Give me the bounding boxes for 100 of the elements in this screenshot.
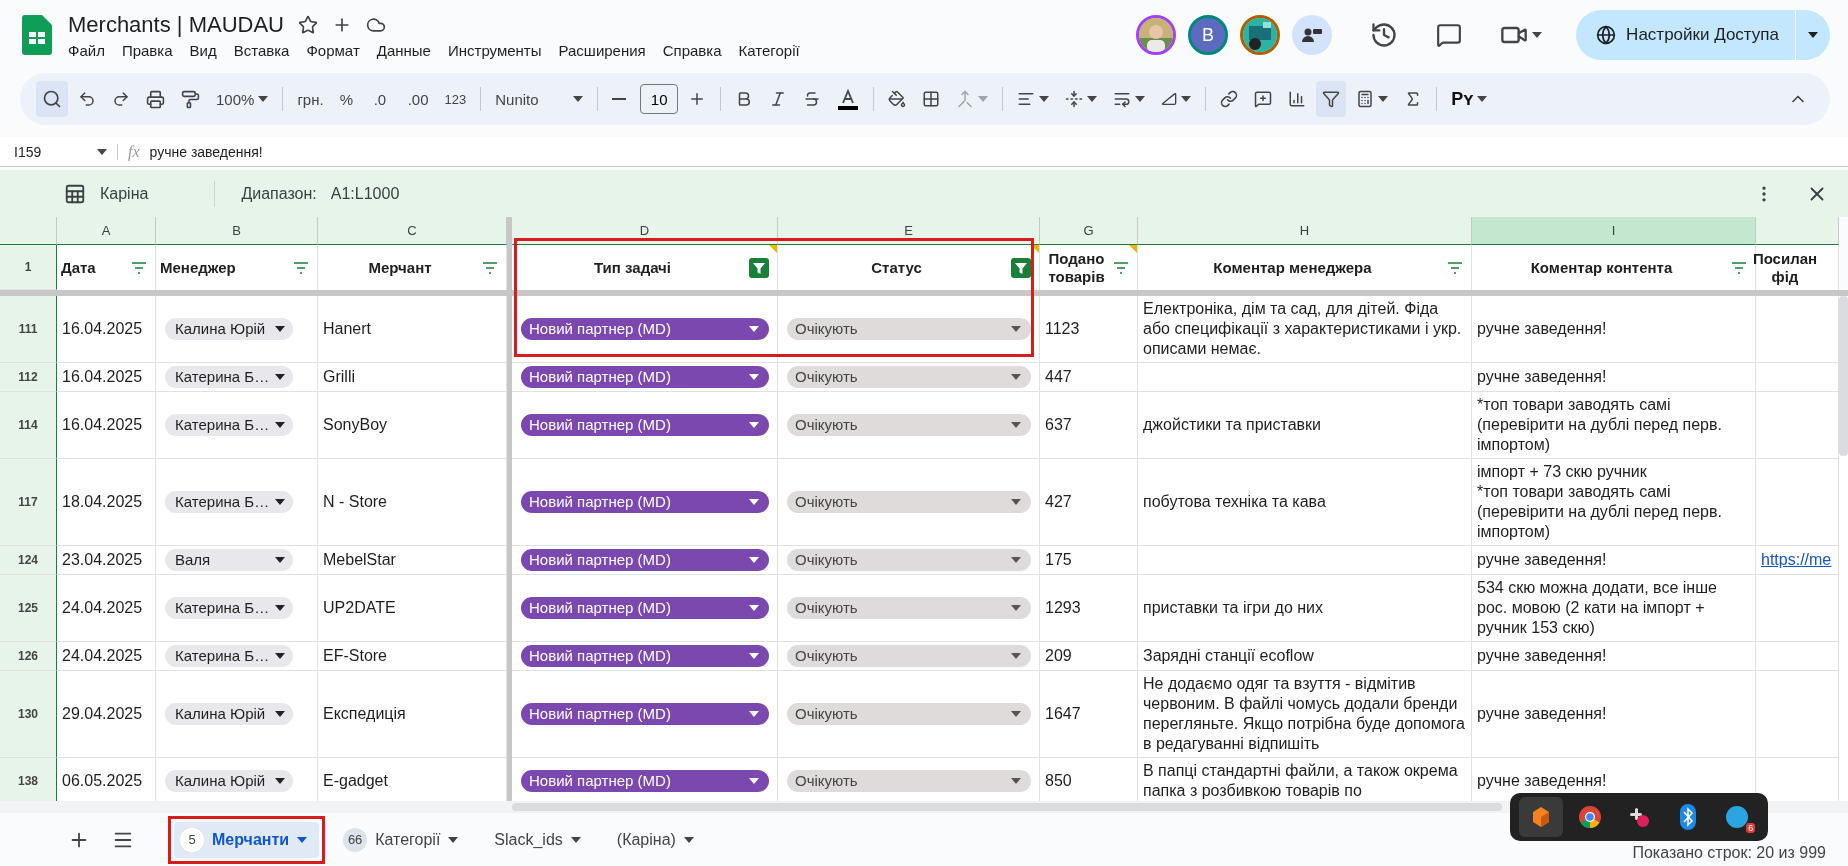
star-icon[interactable] <box>298 14 318 35</box>
task-type-chip[interactable]: Новий партнер (MD) <box>521 597 769 619</box>
user-avatar[interactable]: B <box>1188 15 1229 55</box>
column-header[interactable]: D <box>512 217 778 245</box>
status-chip[interactable]: Очікують <box>787 703 1031 725</box>
status-chip[interactable]: Очікують <box>787 366 1031 388</box>
manager-chip[interactable]: Катерина Б… <box>165 414 293 436</box>
chart-icon <box>1288 90 1307 108</box>
menu-item[interactable]: Файл <box>68 41 105 59</box>
row-number[interactable]: 112 <box>0 363 57 392</box>
status-chip[interactable]: Очікують <box>787 770 1031 792</box>
menu-item[interactable]: Категорії <box>738 41 800 59</box>
task-type-chip[interactable]: Новий партнер (MD) <box>521 491 769 513</box>
row-number[interactable]: 125 <box>0 575 57 642</box>
menu-item[interactable]: Вставка <box>233 41 290 59</box>
manager-chip[interactable]: Катерина Б… <box>165 645 293 667</box>
manager-chip[interactable]: Катерина Б… <box>165 366 293 388</box>
filter-icon[interactable] <box>1011 257 1031 278</box>
manager-chip[interactable]: Калина Юрій <box>165 703 293 725</box>
menu-item[interactable]: Инструменты <box>447 41 542 59</box>
row-number[interactable]: 117 <box>0 459 57 546</box>
row-number[interactable]: 114 <box>0 392 57 459</box>
search-button[interactable] <box>36 81 68 117</box>
filter-icon[interactable] <box>1113 261 1129 274</box>
number-format-button[interactable]: 123 <box>438 81 473 117</box>
manager-chip[interactable]: Калина Юрій <box>165 770 293 792</box>
percent-format-button[interactable]: % <box>333 81 364 117</box>
filter-icon[interactable] <box>482 261 498 274</box>
row-number[interactable]: 138 <box>0 758 57 801</box>
addon-button[interactable]: Pʏ <box>1445 81 1494 117</box>
status-chip[interactable]: Очікують <box>787 549 1031 571</box>
menu-item[interactable]: Правка <box>121 41 173 59</box>
dock-app-button[interactable] <box>1518 797 1563 837</box>
sheet-tab[interactable]: 5 Мерчанти <box>174 821 320 858</box>
increase-decimals-button[interactable]: .00 <box>401 81 435 117</box>
share-button[interactable]: Настройки Доступа <box>1576 10 1830 60</box>
task-type-chip[interactable]: Новий партнер (MD) <box>521 645 769 667</box>
task-type-chip[interactable]: Новий партнер (MD) <box>521 366 769 388</box>
dock-app-button[interactable]: 6 <box>1715 797 1760 837</box>
task-type-chip[interactable]: Новий партнер (MD) <box>521 770 769 792</box>
manager-chip[interactable]: Калина Юрій <box>165 318 293 340</box>
menu-item[interactable]: Справка <box>662 41 722 59</box>
column-header[interactable]: C <box>318 217 507 245</box>
filter-icon[interactable] <box>293 261 309 274</box>
scrollbar[interactable] <box>1839 296 1848 456</box>
decrease-decimals-button[interactable]: .0 <box>367 81 398 117</box>
manager-chip[interactable]: Катерина Б… <box>165 597 293 619</box>
sheet-tab[interactable]: 66 Категорії <box>337 821 471 858</box>
formula-value[interactable]: ручне заведення! <box>149 143 263 160</box>
row-number[interactable]: 1 <box>0 245 57 290</box>
column-header[interactable]: A <box>57 217 156 245</box>
row-number[interactable]: 130 <box>0 671 57 758</box>
sheet-tab[interactable]: Slack_ids <box>488 821 593 858</box>
menu-item[interactable]: Данные <box>376 41 431 59</box>
header-text: Посилан фід <box>1752 249 1818 286</box>
filter-icon[interactable] <box>1731 261 1747 274</box>
manager-chip[interactable]: Валя <box>165 549 293 571</box>
people-button[interactable] <box>1292 15 1333 55</box>
filter-button[interactable] <box>1316 81 1347 117</box>
cell-reference[interactable]: I159 <box>14 143 42 160</box>
task-type-chip[interactable]: Новий партнер (MD) <box>521 414 769 436</box>
task-type-chip[interactable]: Новий партнер (MD) <box>521 703 769 725</box>
column-header[interactable]: E <box>778 217 1040 245</box>
menu-item[interactable]: Вид <box>189 41 217 59</box>
status-chip[interactable]: Очікують <box>787 645 1031 667</box>
filter-icon[interactable] <box>131 261 147 274</box>
user-avatar[interactable] <box>1240 15 1281 55</box>
select-all-corner[interactable] <box>0 217 57 245</box>
font-dropdown[interactable]: Nunito <box>489 81 590 117</box>
filter-view-name[interactable]: Каріна <box>100 184 149 203</box>
filter-icon[interactable] <box>1447 261 1463 274</box>
zoom-dropdown[interactable]: 100% <box>210 81 275 117</box>
row-number[interactable]: 126 <box>0 642 57 671</box>
menu-item[interactable]: Расширения <box>558 41 646 59</box>
column-header[interactable]: I <box>1472 217 1756 245</box>
task-type-chip[interactable]: Новий партнер (MD) <box>521 318 769 340</box>
column-header[interactable] <box>1756 217 1839 245</box>
status-chip[interactable]: Очікують <box>787 491 1031 513</box>
column-header[interactable]: H <box>1138 217 1472 245</box>
spreadsheet-logo-icon[interactable] <box>22 15 52 55</box>
strikethrough-icon <box>803 90 822 108</box>
manager-chip[interactable]: Катерина Б… <box>165 491 293 513</box>
freeze-handle[interactable] <box>507 217 512 245</box>
task-type-chip[interactable]: Новий партнер (MD) <box>521 549 769 571</box>
sheet-tab[interactable]: (Каріна) <box>610 821 706 858</box>
header-text: Статус <box>871 258 922 277</box>
row-number[interactable]: 111 <box>0 296 57 363</box>
status-chip[interactable]: Очікують <box>787 597 1031 619</box>
status-chip[interactable]: Очікують <box>787 318 1031 340</box>
feed-link[interactable]: https://me <box>1761 550 1832 570</box>
filter-icon[interactable] <box>749 257 769 278</box>
row-number[interactable]: 124 <box>0 546 57 575</box>
currency-format-button[interactable]: грн. <box>291 81 330 117</box>
font-size-field[interactable]: 10 <box>640 84 679 114</box>
range-value[interactable]: A1:L1000 <box>330 184 400 203</box>
column-header[interactable]: B <box>156 217 318 245</box>
column-header[interactable]: G <box>1040 217 1138 245</box>
document-title[interactable]: Merchants | MAUDAU <box>68 11 284 38</box>
status-chip[interactable]: Очікують <box>787 414 1031 436</box>
menu-item[interactable]: Формат <box>306 41 360 59</box>
